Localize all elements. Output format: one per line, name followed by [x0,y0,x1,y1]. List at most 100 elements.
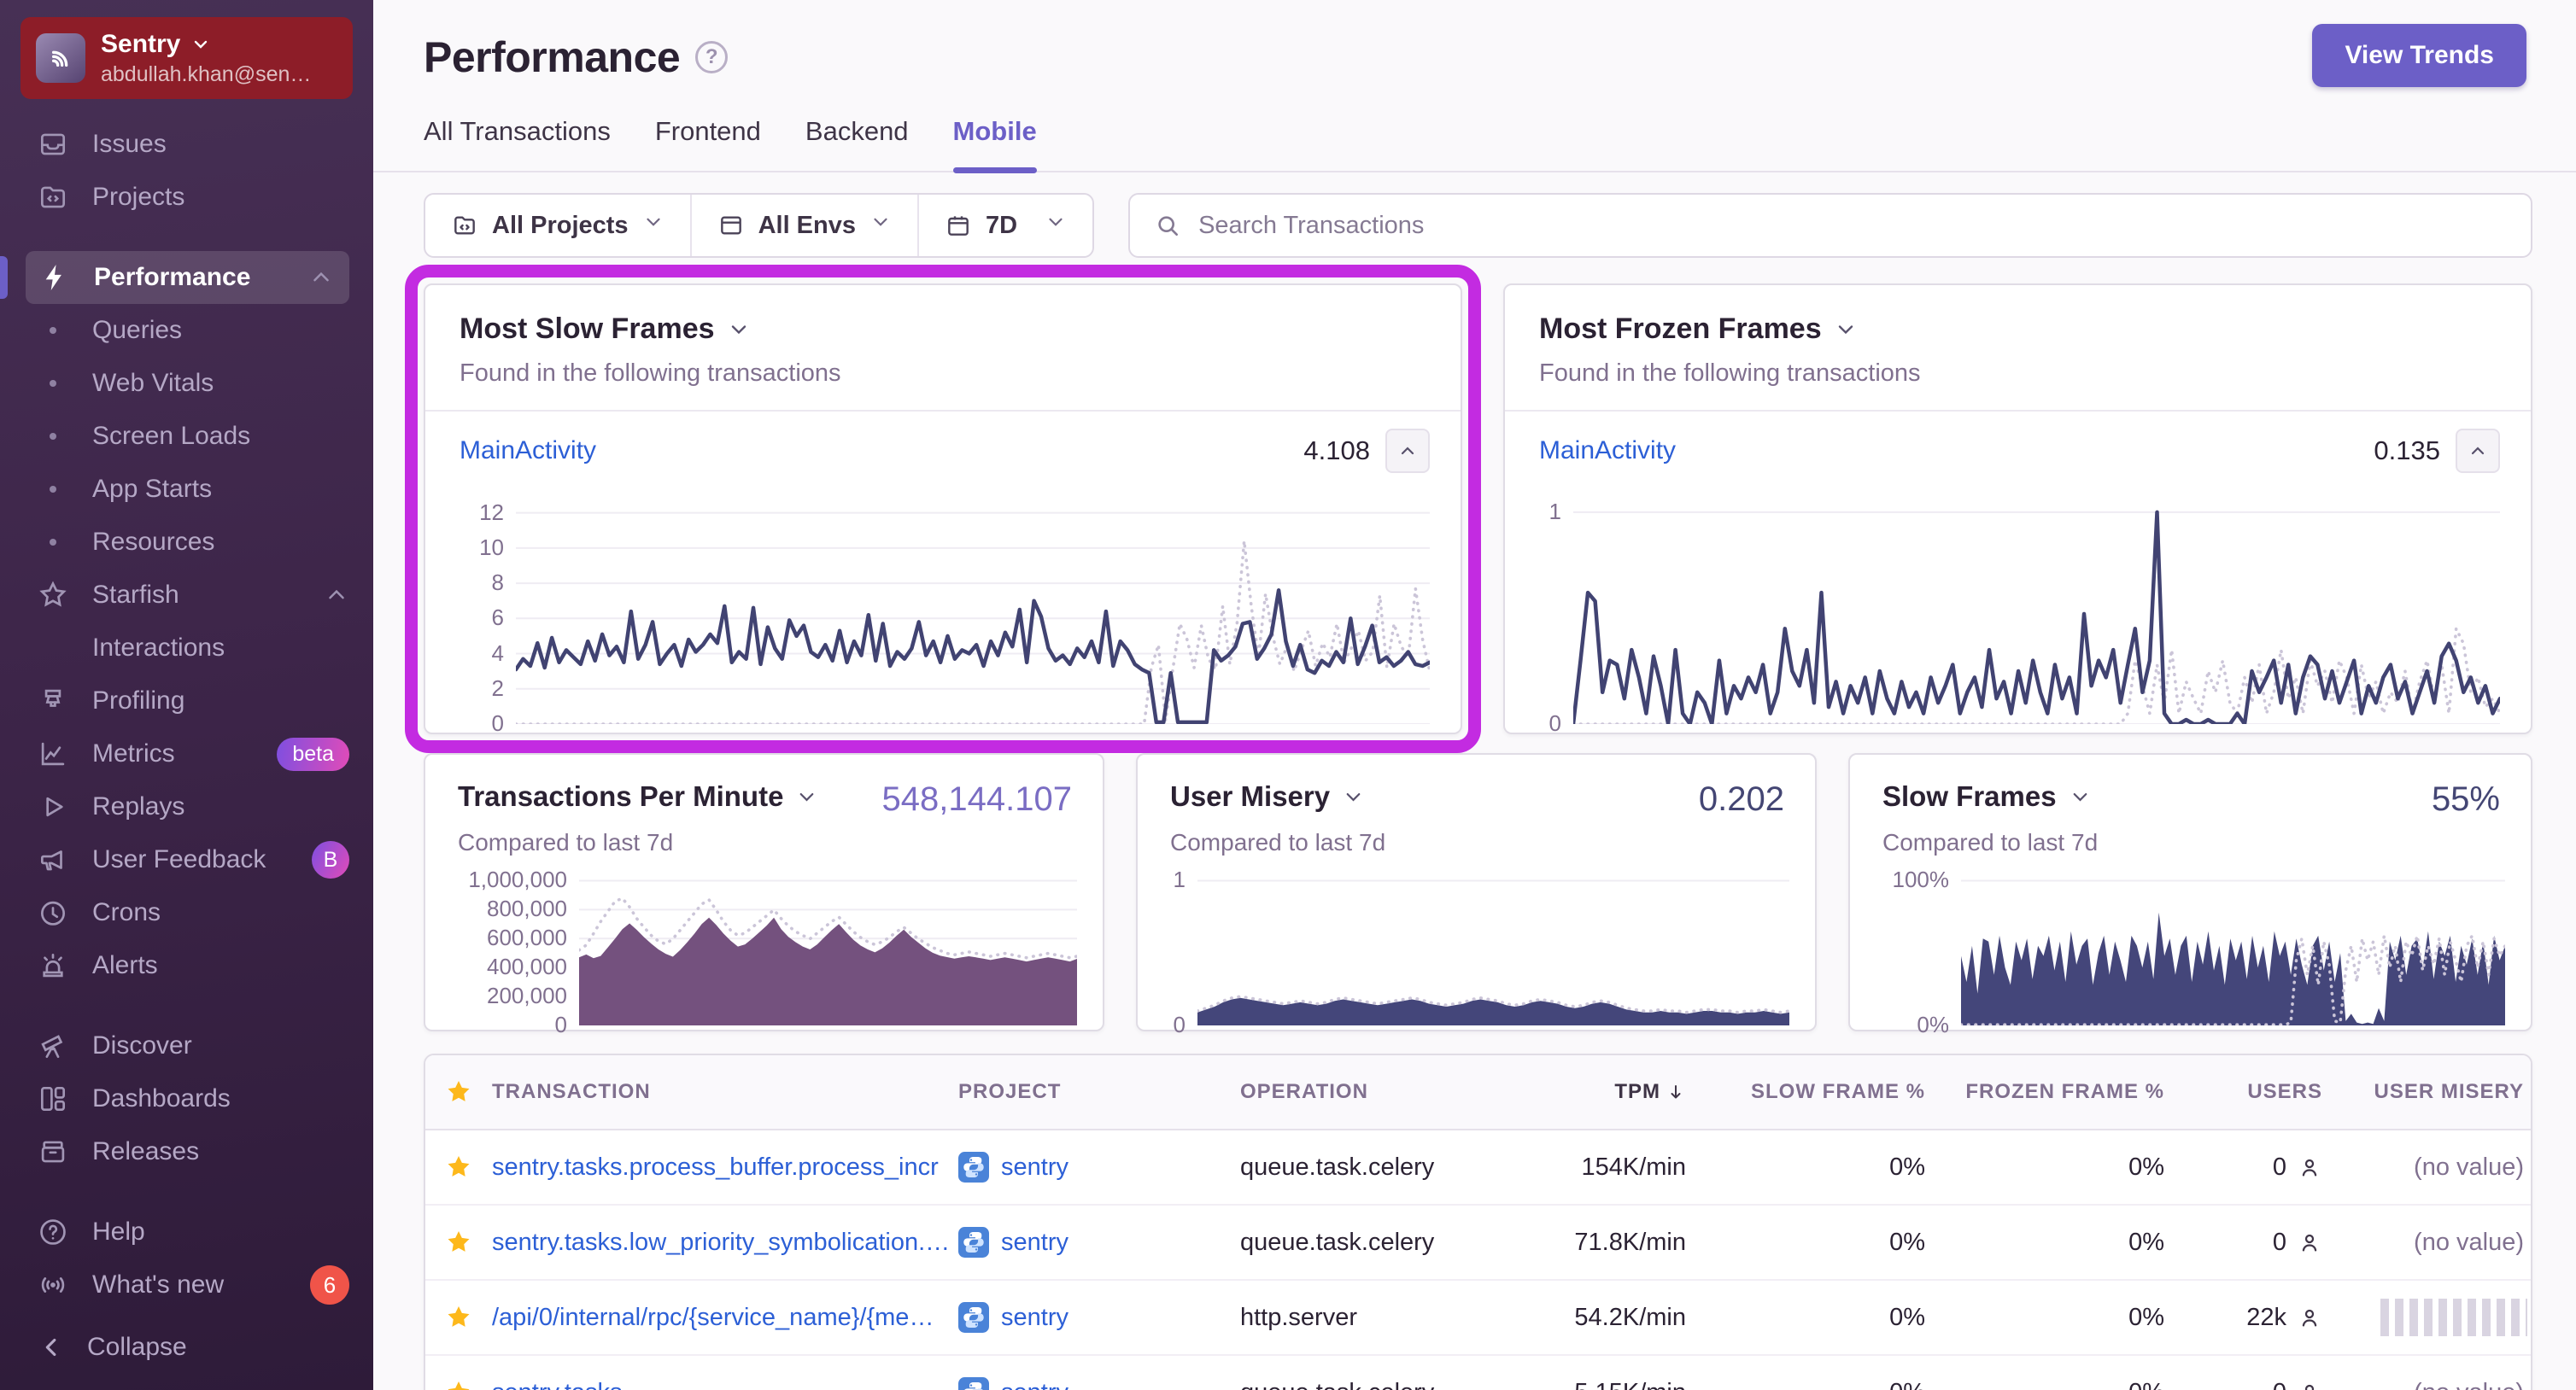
project-link[interactable]: sentry [1001,1229,1068,1257]
chevron-up-icon [308,265,334,290]
column-header-star[interactable] [425,1078,492,1107]
sidebar-item-resources[interactable]: Resources [0,516,373,569]
view-trends-button[interactable]: View Trends [2312,24,2526,87]
sidebar-item-help[interactable]: Help [0,1206,373,1259]
tab-all-transactions[interactable]: All Transactions [424,116,611,171]
transaction-link[interactable]: sentry.tasks.… [492,1379,654,1390]
sidebar-item-label: What's new [92,1270,225,1299]
star-toggle[interactable] [425,1303,492,1332]
sidebar-item-projects[interactable]: Projects [0,171,373,224]
sort-desc-icon [1671,1085,1681,1099]
sidebar-item-interactions[interactable]: Interactions [0,622,373,675]
sidebar-item-app-starts[interactable]: App Starts [0,463,373,516]
card-subtitle: Compared to last 7d [458,829,674,856]
sidebar-item-what-s-new[interactable]: What's new 6 [0,1259,373,1311]
column-header-misery[interactable]: USER MISERY [2329,1080,2531,1104]
star-toggle[interactable] [425,1228,492,1257]
collapse-chart-button[interactable] [1385,429,1430,473]
collapse-label: Collapse [87,1333,187,1361]
project-filter[interactable]: All Projects [425,195,690,256]
python-project-icon [958,1152,989,1183]
sidebar-item-dashboards[interactable]: Dashboards [0,1072,373,1125]
column-header-project[interactable]: PROJECT [958,1080,1240,1104]
column-header-slow[interactable]: SLOW FRAME % [1693,1080,1932,1104]
sidebar-item-performance[interactable]: Performance [26,251,349,304]
transaction-link[interactable]: sentry.tasks.process_buffer.process_incr [492,1153,939,1181]
user-misery-value: 0.202 [1698,780,1784,818]
sidebar-item-crons[interactable]: Crons [0,886,373,939]
sidebar-item-issues[interactable]: Issues [0,118,373,171]
y-axis-label: 12 [479,499,504,525]
project-cell: sentry [958,1377,1240,1390]
most-slow-frames-dropdown[interactable]: Most Slow Frames [460,312,1426,346]
star-toggle[interactable] [425,1378,492,1390]
calendar-icon [948,216,969,236]
project-link[interactable]: sentry [1001,1153,1068,1182]
help-icon[interactable]: ? [695,41,729,73]
sidebar-item-label: Dashboards [92,1084,231,1113]
column-header-frozen[interactable]: FROZEN FRAME % [1932,1080,2171,1104]
sidebar-item-discover[interactable]: Discover [0,1019,373,1072]
column-header-transaction[interactable]: TRANSACTION [492,1080,958,1104]
sidebar-item-label: Starfish [92,581,179,609]
transaction-link[interactable]: MainActivity [460,436,596,465]
tab-frontend[interactable]: Frontend [655,116,761,171]
tab-mobile[interactable]: Mobile [952,116,1037,173]
bullet-icon [34,470,72,508]
collapse-chart-button[interactable] [2456,429,2500,473]
frozen-frame-cell: 0% [1932,1379,2171,1390]
project-link[interactable]: sentry [1001,1379,1068,1390]
sidebar-item-web-vitals[interactable]: Web Vitals [0,357,373,410]
users-cell: 0 [2171,1229,2329,1257]
date-range-filter[interactable]: 7D [919,195,1092,256]
tpm-card: Transactions Per Minute 548,144.107 Comp… [424,753,1104,1037]
sidebar-item-metrics[interactable]: Metrics beta [0,727,373,780]
y-axis-label: 1 [1173,867,1186,893]
user-icon [2302,1309,2317,1327]
slow-frame-cell: 0% [1889,1153,1925,1181]
tab-backend[interactable]: Backend [805,116,909,171]
environment-filter[interactable]: All Envs [692,195,917,256]
slow-frames-dropdown[interactable]: Slow Frames [1882,780,2092,813]
org-switcher[interactable]: Sentry abdullah.khan@sen… [20,17,353,99]
chevron-left-icon [45,1338,56,1357]
star-icon [34,576,72,614]
slow-frame-cell: 0% [1889,1228,1925,1256]
sidebar-item-replays[interactable]: Replays [0,780,373,833]
sidebar: Sentry abdullah.khan@sen… Issues Projects… [0,0,373,1390]
badge: B [312,841,349,879]
y-axis-label: 6 [491,604,504,631]
sidebar-item-label: Web Vitals [92,369,214,397]
table-row: sentry.tasks.process_buffer.process_incr… [425,1130,2531,1206]
sidebar-item-user-feedback[interactable]: User Feedback B [0,833,373,886]
sidebar-item-profiling[interactable]: Profiling [0,675,373,727]
column-header-users[interactable]: USERS [2171,1080,2329,1104]
search-input[interactable] [1198,211,2507,240]
sidebar-item-releases[interactable]: Releases [0,1125,373,1178]
chevron-down-icon [731,324,746,334]
star-toggle[interactable] [425,1153,492,1182]
user-icon [2302,1159,2317,1177]
python-project-icon [958,1302,989,1333]
sidebar-item-queries[interactable]: Queries [0,304,373,357]
sidebar-item-label: Replays [92,792,185,821]
bullet-icon [34,523,72,561]
user-misery-cell: (no value) [2329,1379,2531,1390]
slow-frames-value: 55% [2431,780,2500,818]
sidebar-collapse-button[interactable]: Collapse [0,1313,373,1390]
org-name: Sentry [101,30,311,59]
project-link[interactable]: sentry [1001,1304,1068,1332]
column-header-operation[interactable]: OPERATION [1240,1080,1531,1104]
sidebar-item-alerts[interactable]: Alerts [0,939,373,992]
transaction-link[interactable]: /api/0/internal/rpc/{service_name}/{me… [492,1304,934,1331]
most-frozen-frames-dropdown[interactable]: Most Frozen Frames [1539,312,2497,346]
user-misery-dropdown[interactable]: User Misery [1170,780,1365,813]
sidebar-item-screen-loads[interactable]: Screen Loads [0,410,373,463]
users-cell: 22k [2171,1304,2329,1332]
y-axis-label: 200,000 [487,983,567,1009]
column-header-tpm[interactable]: TPM [1531,1080,1693,1104]
tpm-dropdown[interactable]: Transactions Per Minute [458,780,818,813]
transaction-link[interactable]: sentry.tasks.low_priority_symbolication.… [492,1229,950,1256]
sidebar-item-starfish[interactable]: Starfish [0,569,373,622]
transaction-link[interactable]: MainActivity [1539,436,1676,465]
